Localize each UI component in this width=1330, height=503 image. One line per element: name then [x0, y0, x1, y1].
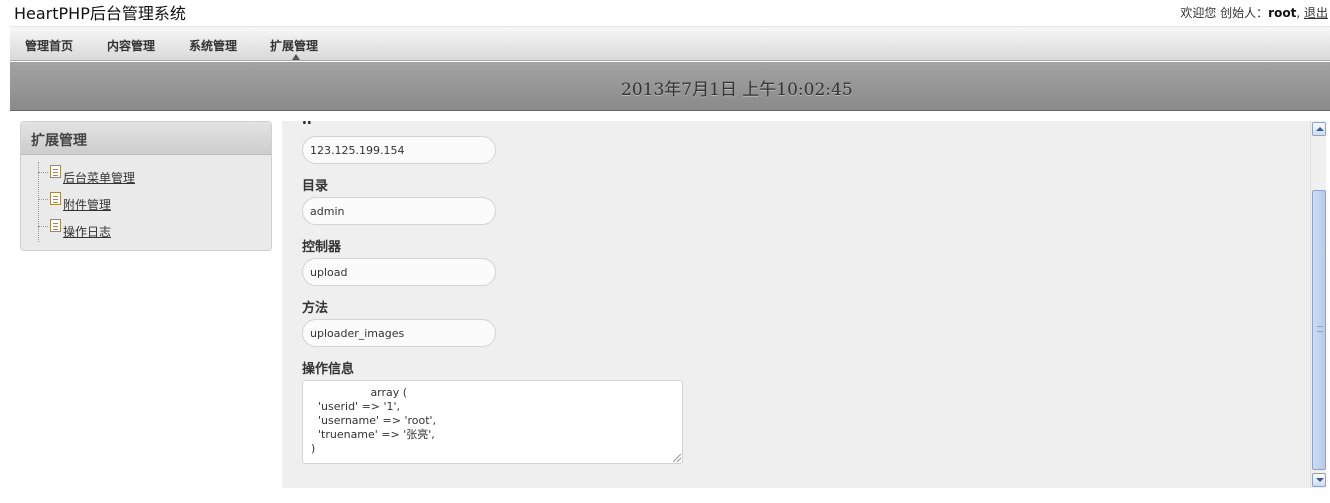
scroll-up-icon[interactable]: [1312, 122, 1326, 136]
date-band: 2013年7月1日 上午10:02:45: [10, 62, 1330, 111]
grip-ridges-icon: [1317, 326, 1323, 332]
tree-line: [38, 162, 39, 242]
user-bar: 欢迎您 创始人：root, 退出: [1180, 4, 1328, 21]
scroll-down-icon[interactable]: [1312, 473, 1326, 487]
sidebar-item-label[interactable]: 附件管理: [63, 196, 111, 213]
logout-link[interactable]: 退出: [1304, 6, 1328, 20]
controller-label: 控制器: [302, 240, 342, 255]
nav-tab-extension[interactable]: 扩展管理: [270, 37, 318, 54]
ip-label: IP: [302, 121, 316, 128]
sidebar-item-label[interactable]: 后台菜单管理: [63, 169, 135, 186]
top-nav: 管理首页 内容管理 系统管理 扩展管理: [10, 26, 1330, 61]
method-label: 方法: [302, 301, 329, 316]
sidebar-header: 扩展管理: [21, 122, 271, 155]
doc-icon: [50, 219, 61, 232]
operation-info-textarea[interactable]: array ( 'userid' => '1', 'username' => '…: [302, 380, 683, 464]
doc-icon: [50, 165, 61, 178]
username: root: [1268, 6, 1297, 20]
separator: ,: [1296, 6, 1301, 20]
clock: 2013年7月1日 上午10:02:45: [621, 80, 853, 100]
tree-branch: [38, 172, 48, 173]
sidebar-title: 扩展管理: [31, 133, 87, 149]
welcome-text: 欢迎您 创始人：: [1180, 6, 1269, 20]
directory-label: 目录: [302, 179, 329, 194]
vertical-scrollbar[interactable]: [1310, 121, 1326, 488]
scroll-thumb[interactable]: [1312, 190, 1326, 470]
sidebar-item-label[interactable]: 操作日志: [63, 223, 111, 240]
operation-info-label: 操作信息: [302, 362, 355, 377]
doc-icon: [50, 192, 61, 205]
log-detail-panel: IP 目录 控制器 方法 操作信息 array ( 'userid' => '1…: [282, 121, 1310, 488]
nav-tab-system[interactable]: 系统管理: [189, 37, 237, 54]
active-tab-caret-icon: [292, 54, 300, 60]
sidebar: 扩展管理 后台菜单管理 附件管理 操作日志: [20, 121, 272, 251]
method-field[interactable]: [302, 319, 496, 347]
tree-branch: [38, 199, 48, 200]
operation-info-text: array ( 'userid' => '1', 'username' => '…: [311, 386, 437, 455]
nav-tab-content[interactable]: 内容管理: [107, 37, 155, 54]
controller-field[interactable]: [302, 258, 496, 286]
tree-branch: [38, 226, 48, 227]
ip-field[interactable]: [302, 136, 496, 164]
app-title: HeartPHP后台管理系统: [14, 4, 186, 23]
nav-tab-home[interactable]: 管理首页: [25, 37, 73, 54]
resize-grip-icon[interactable]: [673, 454, 681, 462]
directory-field[interactable]: [302, 197, 496, 225]
